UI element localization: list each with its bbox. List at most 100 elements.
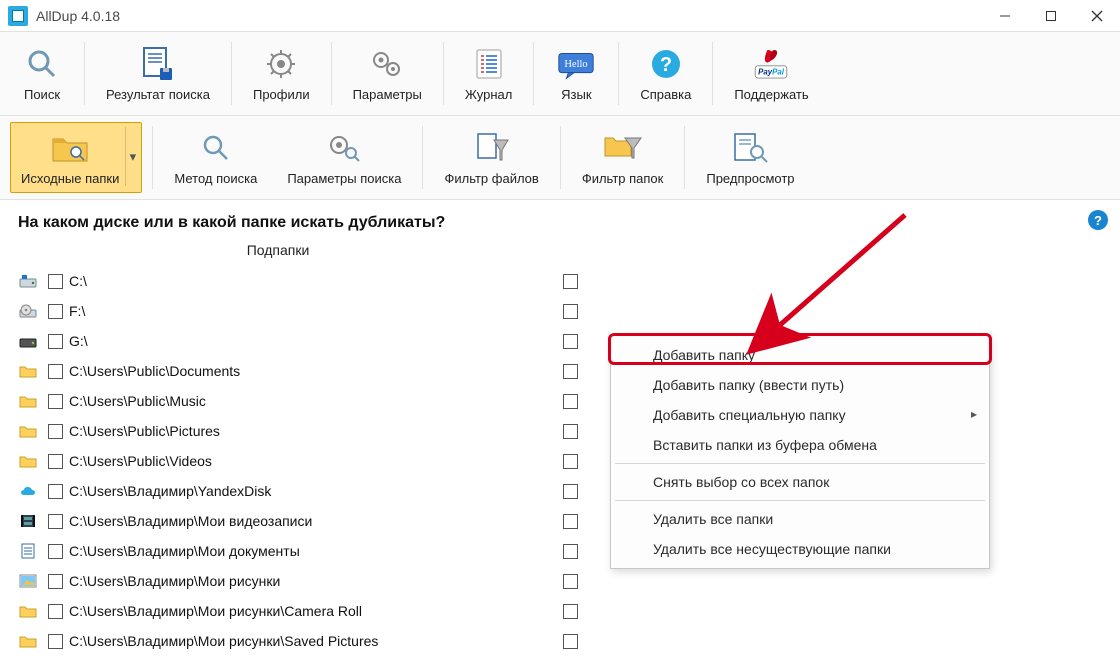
folder-path: C:\Users\Public\Videos [69,453,563,469]
folder-row[interactable]: G:\ [18,326,578,356]
folder-select-checkbox[interactable] [48,544,63,559]
folder-path: C:\Users\Владимир\Мои рисунки\Saved Pict… [69,633,563,649]
folder-path: F:\ [69,303,563,319]
folder-row[interactable]: C:\Users\Владимир\YandexDisk [18,476,578,506]
search-params-button[interactable]: Параметры поиска [276,122,412,193]
folder-path: C:\Users\Владимир\Мои рисунки\Camera Rol… [69,603,563,619]
subfolder-checkbox[interactable] [563,394,578,409]
doc-icon [18,542,38,560]
funnel-folder-icon [602,127,644,169]
folder-icon [18,422,38,440]
preview-icon [729,127,771,169]
folder-icon [18,452,38,470]
subfolder-checkbox[interactable] [563,514,578,529]
donate-button[interactable]: PayPal Поддержать [723,38,819,109]
folder-select-checkbox[interactable] [48,484,63,499]
subfolder-checkbox[interactable] [563,274,578,289]
folder-icon [18,602,38,620]
log-button[interactable]: Журнал [454,38,523,109]
folder-row[interactable]: C:\Users\Владимир\Мои документы [18,536,578,566]
subfolder-checkbox[interactable] [563,304,578,319]
subfolder-checkbox[interactable] [563,604,578,619]
parameters-button[interactable]: Параметры [342,38,433,109]
language-icon: Hello [555,43,597,85]
ctx-add-folder[interactable]: Добавить папку [611,340,989,370]
folder-row[interactable]: C:\Users\Владимир\Мои рисунки\Camera Rol… [18,596,578,626]
ctx-add-folder-path[interactable]: Добавить папку (ввести путь) [611,370,989,400]
subfolder-checkbox[interactable] [563,454,578,469]
preview-button[interactable]: Предпросмотр [695,122,805,193]
folder-path: C:\Users\Владимир\Мои видеозаписи [69,513,563,529]
source-folders-dropdown[interactable]: ▾ [125,127,139,186]
main-toolbar: Поиск Результат поиска Профили Параметры… [0,32,1120,116]
subfolder-checkbox[interactable] [563,364,578,379]
subfolder-checkbox[interactable] [563,334,578,349]
folder-select-checkbox[interactable] [48,304,63,319]
maximize-button[interactable] [1028,0,1074,32]
folder-row[interactable]: C:\Users\Public\Pictures [18,416,578,446]
folder-select-checkbox[interactable] [48,424,63,439]
funnel-file-icon [471,127,513,169]
drive-optical-icon [18,302,38,320]
picture-icon [18,572,38,590]
folder-select-checkbox[interactable] [48,634,63,649]
gear-search-icon [323,127,365,169]
ctx-separator [615,500,985,501]
window-title: AllDup 4.0.18 [36,8,982,24]
help-button[interactable]: ? Справка [629,38,702,109]
profiles-button[interactable]: Профили [242,38,321,109]
folder-select-checkbox[interactable] [48,604,63,619]
help-icon[interactable]: ? [1088,210,1108,230]
ctx-delete-all[interactable]: Удалить все папки [611,504,989,534]
ctx-separator [615,463,985,464]
file-filter-button[interactable]: Фильтр файлов [433,122,549,193]
sub-toolbar: Исходные папки ▾ Метод поиска Параметры … [0,116,1120,200]
drive-primary-icon [18,272,38,290]
folder-select-checkbox[interactable] [48,394,63,409]
folder-select-checkbox[interactable] [48,514,63,529]
titlebar: AllDup 4.0.18 [0,0,1120,32]
folder-path: C:\Users\Public\Documents [69,363,563,379]
folder-filter-button[interactable]: Фильтр папок [571,122,675,193]
folder-path: C:\ [69,273,563,289]
svg-text:PayPal: PayPal [759,68,786,77]
folder-row[interactable]: C:\Users\Public\Music [18,386,578,416]
folder-path: C:\Users\Public\Music [69,393,563,409]
folder-row[interactable]: C:\Users\Владимир\Мои рисунки [18,566,578,596]
language-button[interactable]: Hello Язык [544,38,608,109]
folder-search-icon [49,127,91,169]
folder-row[interactable]: F:\ [18,296,578,326]
folder-path: C:\Users\Владимир\Мои рисунки [69,573,563,589]
ctx-add-special-folder[interactable]: Добавить специальную папку [611,400,989,430]
question-icon: ? [645,43,687,85]
folder-row[interactable]: C:\Users\Public\Documents [18,356,578,386]
minimize-button[interactable] [982,0,1028,32]
folder-row[interactable]: C:\Users\Владимир\Мои рисунки\Saved Pict… [18,626,578,656]
subfolder-checkbox[interactable] [563,574,578,589]
gears-icon [366,43,408,85]
folder-row[interactable]: C:\Users\Public\Videos [18,446,578,476]
ctx-deselect-all[interactable]: Снять выбор со всех папок [611,467,989,497]
folder-row[interactable]: C:\ [18,266,578,296]
folder-select-checkbox[interactable] [48,364,63,379]
folder-path: C:\Users\Владимир\YandexDisk [69,483,563,499]
source-folders-button[interactable]: Исходные папки ▾ [10,122,142,193]
close-button[interactable] [1074,0,1120,32]
search-method-button[interactable]: Метод поиска [163,122,268,193]
folder-select-checkbox[interactable] [48,334,63,349]
subfolder-checkbox[interactable] [563,424,578,439]
subfolder-checkbox[interactable] [563,634,578,649]
ctx-delete-nonexisting[interactable]: Удалить все несуществующие папки [611,534,989,564]
folder-select-checkbox[interactable] [48,454,63,469]
svg-text:Hello: Hello [565,59,588,70]
folder-path: C:\Users\Владимир\Мои документы [69,543,563,559]
search-button[interactable]: Поиск [10,38,74,109]
folder-select-checkbox[interactable] [48,274,63,289]
subfolder-checkbox[interactable] [563,544,578,559]
subfolder-checkbox[interactable] [563,484,578,499]
ctx-paste-from-clipboard[interactable]: Вставить папки из буфера обмена [611,430,989,460]
folder-row[interactable]: C:\Users\Владимир\Мои видеозаписи [18,506,578,536]
results-button[interactable]: Результат поиска [95,38,221,109]
results-icon [137,43,179,85]
folder-select-checkbox[interactable] [48,574,63,589]
